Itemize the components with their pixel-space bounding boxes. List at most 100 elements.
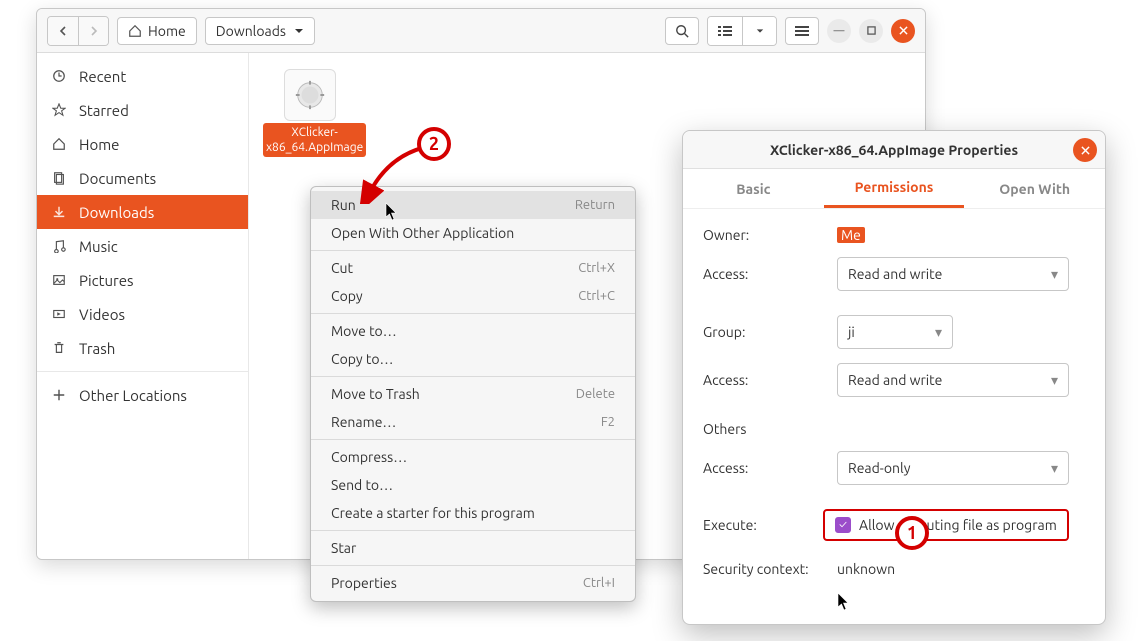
context-menu-item-label: Compress…: [331, 449, 407, 465]
close-icon: [899, 26, 908, 35]
sidebar-item-starred[interactable]: Starred: [37, 93, 248, 127]
context-menu-shortcut: Ctrl+C: [578, 289, 615, 303]
context-menu-item-rename[interactable]: Rename… F2: [311, 408, 635, 436]
context-menu-item-label: Copy to…: [331, 351, 393, 367]
context-menu-item-label: Rename…: [331, 414, 396, 430]
sidebar-item-other-locations[interactable]: Other Locations: [37, 378, 248, 412]
star-icon: [51, 102, 67, 118]
minimize-button[interactable]: —: [827, 19, 851, 43]
execute-label: Execute:: [703, 517, 767, 533]
tab-open-with[interactable]: Open With: [964, 169, 1105, 208]
execute-highlight-box: ✓ Allow executing file as program: [823, 509, 1069, 541]
group-label: Group:: [703, 324, 767, 340]
hamburger-icon: [795, 25, 809, 37]
forward-button[interactable]: [78, 17, 108, 45]
context-menu-separator: [311, 530, 635, 531]
properties-tabs: Basic Permissions Open With: [683, 169, 1105, 209]
clock-icon: [51, 68, 67, 84]
context-menu-item-label: Star: [331, 540, 356, 556]
context-menu-item-label: Properties: [331, 575, 397, 591]
context-menu-item-cut[interactable]: CutCtrl+X: [311, 254, 635, 282]
group-value: ji: [848, 324, 855, 340]
tab-permissions[interactable]: Permissions: [824, 169, 965, 208]
sidebar-item-label: Home: [79, 136, 119, 153]
breadcrumb-home[interactable]: Home: [117, 17, 197, 45]
search-button[interactable]: [665, 17, 699, 45]
context-menu-item-label: Run: [331, 197, 356, 213]
properties-title: XClicker-x86_64.AppImage Properties: [770, 142, 1018, 158]
close-button[interactable]: [891, 19, 915, 43]
sidebar-item-label: Documents: [79, 170, 156, 187]
group-access-value: Read and write: [848, 372, 942, 388]
appimage-icon: [284, 69, 336, 121]
cursor-icon: [385, 202, 399, 222]
context-menu-item-properties[interactable]: Properties Ctrl+I: [311, 569, 635, 597]
hamburger-button[interactable]: [785, 17, 819, 45]
others-access-label: Access:: [703, 460, 767, 476]
trash-icon: [51, 340, 67, 356]
context-menu-item-star[interactable]: Star: [311, 534, 635, 562]
sidebar-item-music[interactable]: Music: [37, 229, 248, 263]
context-menu-separator: [311, 376, 635, 377]
sidebar-item-label: Trash: [79, 340, 115, 357]
sidebar-item-trash[interactable]: Trash: [37, 331, 248, 365]
chevron-down-icon: ▾: [1051, 372, 1058, 389]
maximize-button[interactable]: [859, 19, 883, 43]
list-view-button[interactable]: [708, 17, 742, 45]
cursor-icon: [837, 592, 851, 612]
group-access-dropdown[interactable]: Read and write ▾: [837, 363, 1069, 397]
music-icon: [51, 238, 67, 254]
list-icon: [718, 25, 732, 37]
context-menu-separator: [311, 439, 635, 440]
chevron-down-icon: ▾: [1051, 460, 1058, 477]
context-menu-item-send-to[interactable]: Send to…: [311, 471, 635, 499]
sidebar-item-label: Other Locations: [79, 387, 187, 404]
maximize-icon: [867, 26, 876, 35]
sidebar-item-pictures[interactable]: Pictures: [37, 263, 248, 297]
owner-access-dropdown[interactable]: Read and write ▾: [837, 257, 1069, 291]
context-menu-item-open-with-other-application[interactable]: Open With Other Application: [311, 219, 635, 247]
sidebar-item-label: Downloads: [79, 204, 154, 221]
context-menu-item-label: Copy: [331, 288, 363, 304]
context-menu-item-move-to-trash[interactable]: Move to TrashDelete: [311, 380, 635, 408]
context-menu-item-run[interactable]: Run Return: [311, 191, 635, 219]
context-menu-separator: [311, 565, 635, 566]
chevron-down-icon: ▾: [935, 324, 942, 341]
others-access-dropdown[interactable]: Read-only ▾: [837, 451, 1069, 485]
context-menu-item-move-to[interactable]: Move to…: [311, 317, 635, 345]
back-button[interactable]: [48, 17, 78, 45]
context-menu-item-label: Move to…: [331, 323, 397, 339]
sidebar-item-label: Recent: [79, 68, 126, 85]
context-menu-shortcut: Ctrl+I: [583, 576, 615, 590]
properties-close-button[interactable]: [1073, 138, 1097, 162]
sidebar-item-downloads[interactable]: Downloads: [37, 195, 248, 229]
view-dropdown-button[interactable]: [742, 17, 776, 45]
sidebar-item-label: Starred: [79, 102, 129, 119]
file-label: XClicker-x86_64.AppImage: [263, 123, 366, 157]
context-menu-shortcut: F2: [601, 415, 615, 429]
sidebar-item-documents[interactable]: Documents: [37, 161, 248, 195]
context-menu-item-compress[interactable]: Compress…: [311, 443, 635, 471]
close-icon: [1081, 146, 1090, 155]
sidebar: Recent Starred Home Documents Downloads …: [37, 53, 249, 559]
file-item[interactable]: XClicker-x86_64.AppImage: [263, 69, 357, 157]
owner-label: Owner:: [703, 227, 767, 243]
plus-icon: [51, 387, 67, 403]
documents-icon: [51, 170, 67, 186]
properties-titlebar[interactable]: XClicker-x86_64.AppImage Properties: [683, 131, 1105, 169]
context-menu-item-copy[interactable]: Copy Ctrl+C: [311, 282, 635, 310]
execute-checkbox[interactable]: ✓: [835, 517, 851, 533]
properties-dialog: XClicker-x86_64.AppImage Properties Basi…: [682, 130, 1106, 625]
breadcrumb-downloads[interactable]: Downloads: [205, 17, 315, 45]
group-dropdown[interactable]: ji ▾: [837, 315, 953, 349]
context-menu-shortcut: Return: [575, 198, 615, 212]
sidebar-item-home[interactable]: Home: [37, 127, 248, 161]
nav-buttons: [47, 16, 109, 46]
home-icon: [128, 24, 142, 38]
sidebar-item-recent[interactable]: Recent: [37, 59, 248, 93]
toolbar: Home Downloads —: [37, 9, 925, 53]
tab-basic[interactable]: Basic: [683, 169, 824, 208]
context-menu-item-copy-to[interactable]: Copy to…: [311, 345, 635, 373]
sidebar-item-videos[interactable]: Videos: [37, 297, 248, 331]
context-menu-item-create-a-starter-for-this-program[interactable]: Create a starter for this program: [311, 499, 635, 527]
